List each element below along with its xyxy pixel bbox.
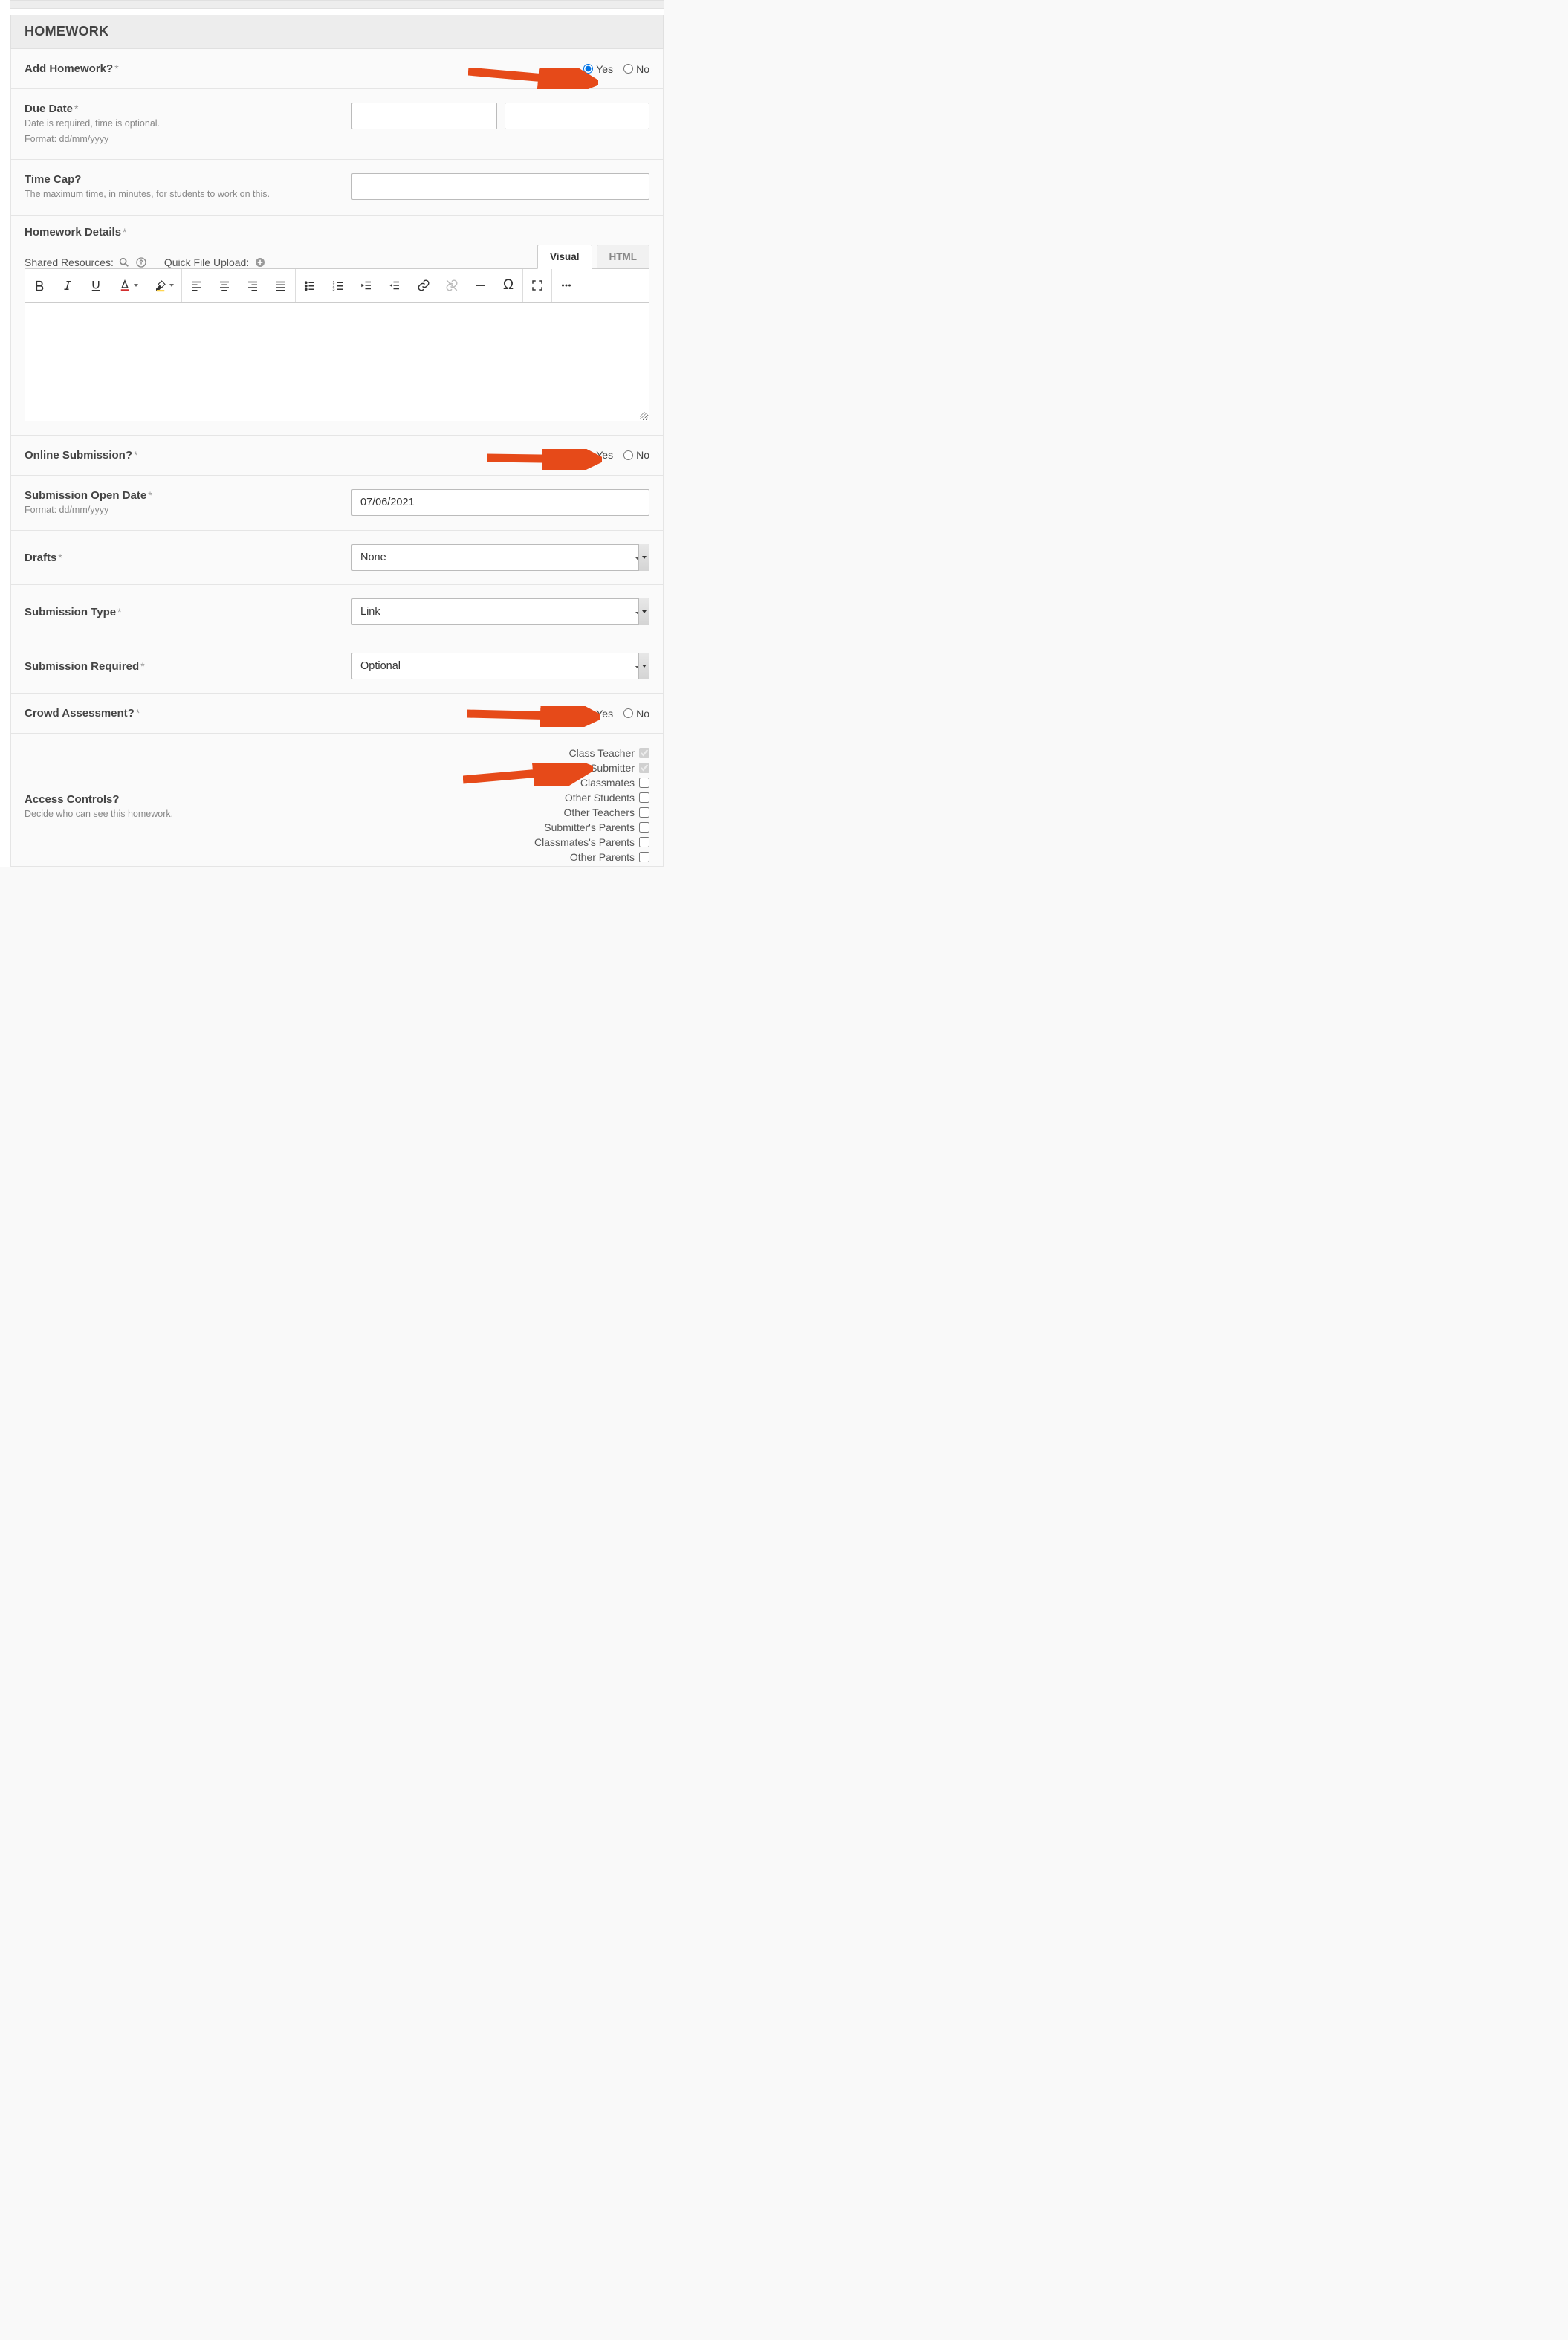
text-color-icon[interactable] <box>110 269 146 302</box>
label-due-date: Due Date <box>25 103 73 115</box>
radio-crowd-yes[interactable]: Yes <box>583 708 613 720</box>
outdent-icon[interactable] <box>380 269 409 302</box>
submission-open-date-input[interactable] <box>351 489 649 516</box>
bullet-list-icon[interactable] <box>296 269 324 302</box>
access-item-checkbox[interactable] <box>639 822 649 833</box>
row-add-homework: Add Homework?* Yes No <box>10 49 664 89</box>
label-submission-type: Submission Type <box>25 606 116 618</box>
access-item-label: Class Teacher <box>569 747 635 759</box>
label-drafts: Drafts <box>25 552 56 564</box>
access-item-0: Class Teacher <box>569 747 649 759</box>
radio-add-homework-yes[interactable]: Yes <box>583 63 613 75</box>
radio-input-yes[interactable] <box>583 64 593 74</box>
access-item-7[interactable]: Other Parents <box>570 851 649 863</box>
radio-online-submission-yes[interactable]: Yes <box>583 449 613 461</box>
align-left-icon[interactable] <box>182 269 210 302</box>
editor-textarea[interactable] <box>25 303 649 421</box>
radio-input-no[interactable] <box>623 64 633 74</box>
help-submission-open-date: Format: dd/mm/yyyy <box>25 504 337 517</box>
help-time-cap: The maximum time, in minutes, for studen… <box>25 188 337 201</box>
submission-type-select[interactable]: Link <box>351 598 649 625</box>
help-due-date-2: Format: dd/mm/yyyy <box>25 133 337 146</box>
row-submission-required: Submission Required* Optional <box>10 639 664 694</box>
align-center-icon[interactable] <box>210 269 239 302</box>
shared-resources-label: Shared Resources: <box>25 256 114 268</box>
row-drafts: Drafts* None <box>10 531 664 585</box>
row-homework-details: Homework Details* Shared Resources: Quic… <box>10 216 664 436</box>
quick-upload-label: Quick File Upload: <box>164 256 249 268</box>
access-item-label: Submitter <box>590 762 635 774</box>
more-icon[interactable] <box>552 269 580 302</box>
access-item-6[interactable]: Classmates's Parents <box>534 836 649 848</box>
access-item-1: Submitter <box>590 762 649 774</box>
bold-icon[interactable] <box>25 269 54 302</box>
radio-online-submission-no[interactable]: No <box>623 449 649 461</box>
submission-required-select[interactable]: Optional <box>351 653 649 679</box>
access-item-label: Classmates's Parents <box>534 836 635 848</box>
unlink-icon[interactable] <box>438 269 466 302</box>
radio-add-homework-no[interactable]: No <box>623 63 649 75</box>
editor-toolbar: 123 Ω <box>25 268 649 303</box>
access-item-checkbox[interactable] <box>639 852 649 862</box>
label-time-cap: Time Cap? <box>25 173 81 186</box>
indent-icon[interactable] <box>352 269 380 302</box>
link-icon[interactable] <box>409 269 438 302</box>
fullscreen-icon[interactable] <box>523 269 551 302</box>
access-checklist: Class Teacher Submitter Classmates Other St… <box>351 747 649 863</box>
row-submission-type: Submission Type* Link <box>10 585 664 639</box>
tab-html[interactable]: HTML <box>597 245 650 269</box>
access-item-checkbox[interactable] <box>639 778 649 788</box>
access-item-4[interactable]: Other Teachers <box>564 807 649 818</box>
label-online-submission: Online Submission? <box>25 449 132 462</box>
section-title: HOMEWORK <box>25 24 649 39</box>
help-due-date-1: Date is required, time is optional. <box>25 117 337 131</box>
access-item-label: Submitter's Parents <box>544 821 635 833</box>
access-item-5[interactable]: Submitter's Parents <box>544 821 649 833</box>
row-crowd-assessment: Crowd Assessment?* Yes No <box>10 694 664 734</box>
row-access-controls: Access Controls? Decide who can see this… <box>10 734 664 867</box>
special-char-icon[interactable]: Ω <box>494 269 522 302</box>
drafts-select[interactable]: None <box>351 544 649 571</box>
access-item-checkbox[interactable] <box>639 807 649 818</box>
align-right-icon[interactable] <box>239 269 267 302</box>
label-crowd-assessment: Crowd Assessment? <box>25 707 135 720</box>
label-homework-details: Homework Details <box>25 226 121 239</box>
label-add-homework: Add Homework? <box>25 62 113 75</box>
hr-icon[interactable] <box>466 269 494 302</box>
search-icon[interactable] <box>118 256 131 269</box>
row-submission-open-date: Submission Open Date* Format: dd/mm/yyyy <box>10 476 664 531</box>
italic-icon[interactable] <box>54 269 82 302</box>
access-item-label: Other Teachers <box>564 807 635 818</box>
row-online-submission: Online Submission?* Yes No <box>10 436 664 476</box>
top-collapsed-section <box>10 0 664 9</box>
add-circle-icon[interactable] <box>253 256 266 269</box>
due-date-input[interactable] <box>351 103 497 129</box>
help-access-controls: Decide who can see this homework. <box>25 808 337 821</box>
underline-icon[interactable] <box>82 269 110 302</box>
access-item-2[interactable]: Classmates <box>580 777 649 789</box>
access-item-label: Classmates <box>580 777 635 789</box>
access-item-3[interactable]: Other Students <box>565 792 649 804</box>
due-time-input[interactable] <box>505 103 650 129</box>
info-upload-icon[interactable] <box>135 256 148 269</box>
row-time-cap: Time Cap? The maximum time, in minutes, … <box>10 160 664 216</box>
access-item-label: Other Students <box>565 792 635 804</box>
label-submission-required: Submission Required <box>25 660 139 673</box>
access-item-checkbox[interactable] <box>639 837 649 847</box>
label-submission-open-date: Submission Open Date <box>25 489 146 502</box>
access-item-label: Other Parents <box>570 851 635 863</box>
numbered-list-icon[interactable]: 123 <box>324 269 352 302</box>
section-header: HOMEWORK <box>10 15 664 49</box>
row-due-date: Due Date* Date is required, time is opti… <box>10 89 664 160</box>
svg-text:3: 3 <box>333 287 335 291</box>
tab-visual[interactable]: Visual <box>537 245 592 269</box>
align-justify-icon[interactable] <box>267 269 295 302</box>
time-cap-input[interactable] <box>351 173 649 200</box>
access-item-checkbox[interactable] <box>639 792 649 803</box>
label-access-controls: Access Controls? <box>25 793 120 806</box>
radio-crowd-no[interactable]: No <box>623 708 649 720</box>
access-item-checkbox <box>639 763 649 773</box>
access-item-checkbox <box>639 748 649 758</box>
highlight-color-icon[interactable] <box>146 269 181 302</box>
